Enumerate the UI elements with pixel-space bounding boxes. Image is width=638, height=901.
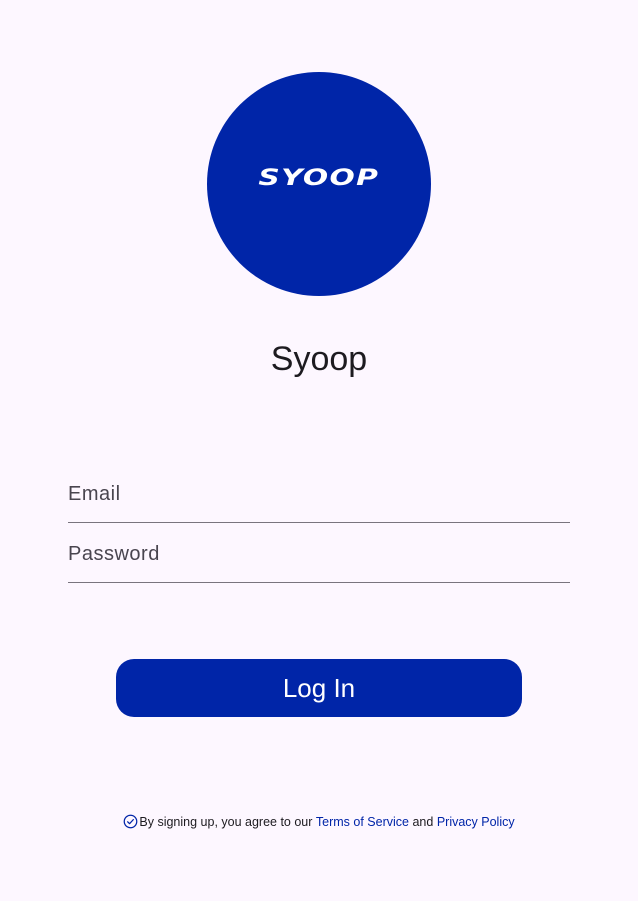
agreement-prefix: By signing up, you agree to our <box>139 814 316 829</box>
terms-of-service-link[interactable]: Terms of Service <box>316 815 409 829</box>
email-field[interactable] <box>68 463 570 523</box>
password-field[interactable] <box>68 523 570 583</box>
agreement-conjunction: and <box>409 814 437 829</box>
email-input[interactable] <box>68 483 570 506</box>
app-logo: SYOOP <box>207 72 431 296</box>
privacy-policy-link[interactable]: Privacy Policy <box>437 815 515 829</box>
password-input[interactable] <box>68 543 570 566</box>
agreement-notice: By signing up, you agree to our Terms of… <box>0 814 638 829</box>
logo-wordmark: SYOOP <box>258 165 380 191</box>
login-button[interactable]: Log In <box>116 659 522 717</box>
app-title: Syoop <box>270 340 368 378</box>
check-circle-icon <box>123 814 138 829</box>
